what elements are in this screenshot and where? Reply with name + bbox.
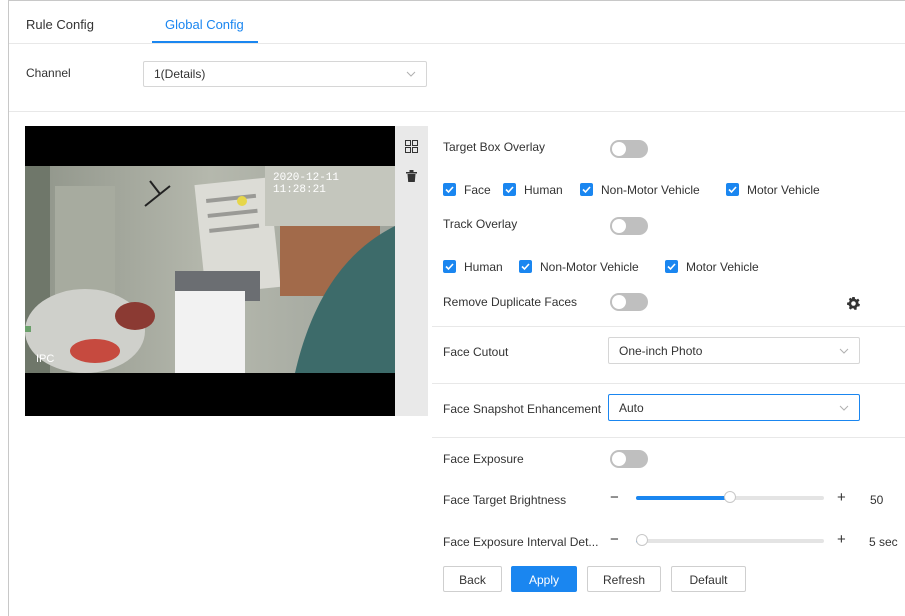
video-preview[interactable]: 2020-12-11 11:28:21 IPC xyxy=(25,126,395,416)
page-border-left xyxy=(8,0,9,616)
face-exposure-interval-slider[interactable] xyxy=(635,534,824,546)
checkbox-track-motor-vehicle[interactable] xyxy=(665,260,678,273)
video-timestamp: 2020-12-11 11:28:21 xyxy=(273,172,340,196)
brightness-plus-button[interactable]: + xyxy=(837,489,846,506)
face-snapshot-enhancement-select[interactable]: Auto xyxy=(608,394,860,421)
checkbox-motor-vehicle-label: Motor Vehicle xyxy=(747,183,820,197)
channel-select-value: 1(Details) xyxy=(154,67,206,81)
checkbox-human-label: Human xyxy=(524,183,563,197)
face-exposure-interval-label: Face Exposure Interval Det... xyxy=(443,535,599,549)
checkbox-track-human[interactable] xyxy=(443,260,456,273)
channel-label: Channel xyxy=(26,66,71,80)
target-box-overlay-label: Target Box Overlay xyxy=(443,140,546,154)
chevron-down-icon xyxy=(839,405,849,411)
target-box-overlay-toggle[interactable] xyxy=(610,140,648,158)
checkbox-motor-vehicle[interactable] xyxy=(726,183,739,196)
face-cutout-select[interactable]: One-inch Photo xyxy=(608,337,860,364)
remove-duplicate-faces-label: Remove Duplicate Faces xyxy=(443,295,578,309)
interval-plus-button[interactable]: + xyxy=(837,531,846,548)
back-button[interactable]: Back xyxy=(443,566,502,592)
divider-2 xyxy=(432,383,905,384)
divider-1 xyxy=(432,326,905,327)
channel-select[interactable]: 1(Details) xyxy=(143,61,427,87)
trash-icon[interactable] xyxy=(406,170,417,182)
chevron-down-icon xyxy=(839,348,849,354)
remove-duplicate-faces-toggle[interactable] xyxy=(610,293,648,311)
face-exposure-label: Face Exposure xyxy=(443,452,524,466)
face-snapshot-enhancement-value: Auto xyxy=(619,400,644,415)
checkbox-track-human-label: Human xyxy=(464,260,503,274)
tab-rule-config[interactable]: Rule Config xyxy=(26,17,94,32)
apply-button[interactable]: Apply xyxy=(511,566,577,592)
checkbox-track-motor-vehicle-label: Motor Vehicle xyxy=(686,260,759,274)
checkbox-track-non-motor-vehicle-label: Non-Motor Vehicle xyxy=(540,260,639,274)
track-overlay-toggle[interactable] xyxy=(610,217,648,235)
face-target-brightness-label: Face Target Brightness xyxy=(443,493,567,507)
checkbox-face[interactable] xyxy=(443,183,456,196)
page-border-top xyxy=(8,0,905,1)
tab-global-config[interactable]: Global Config xyxy=(165,17,244,32)
chevron-down-icon xyxy=(406,71,416,77)
face-exposure-toggle[interactable] xyxy=(610,450,648,468)
face-cutout-value: One-inch Photo xyxy=(619,343,703,358)
checkbox-non-motor-vehicle-label: Non-Motor Vehicle xyxy=(601,183,700,197)
checkbox-face-label: Face xyxy=(464,183,491,197)
face-target-brightness-value: 50 xyxy=(870,493,884,507)
brightness-minus-button[interactable]: − xyxy=(610,489,619,506)
divider-3 xyxy=(432,437,905,438)
default-button[interactable]: Default xyxy=(671,566,746,592)
video-toolbar xyxy=(395,126,428,416)
checkbox-non-motor-vehicle[interactable] xyxy=(580,183,593,196)
face-exposure-interval-value: 5 sec xyxy=(869,535,898,549)
grid-icon[interactable] xyxy=(405,140,418,153)
checkbox-track-non-motor-vehicle[interactable] xyxy=(519,260,532,273)
gear-icon[interactable] xyxy=(847,297,860,310)
refresh-button[interactable]: Refresh xyxy=(587,566,661,592)
tab-divider xyxy=(9,43,905,44)
face-target-brightness-slider[interactable] xyxy=(636,491,824,503)
video-osd-label: IPC xyxy=(36,353,55,365)
checkbox-human[interactable] xyxy=(503,183,516,196)
channel-divider xyxy=(9,111,905,112)
slider-thumb[interactable] xyxy=(724,491,736,503)
face-cutout-label: Face Cutout xyxy=(443,345,509,359)
camera-scene xyxy=(25,166,395,373)
interval-minus-button[interactable]: − xyxy=(610,531,619,548)
face-snapshot-enhancement-label: Face Snapshot Enhancement xyxy=(443,402,602,416)
slider-fill xyxy=(636,496,730,500)
slider-thumb[interactable] xyxy=(635,534,648,546)
track-overlay-label: Track Overlay xyxy=(443,217,518,231)
